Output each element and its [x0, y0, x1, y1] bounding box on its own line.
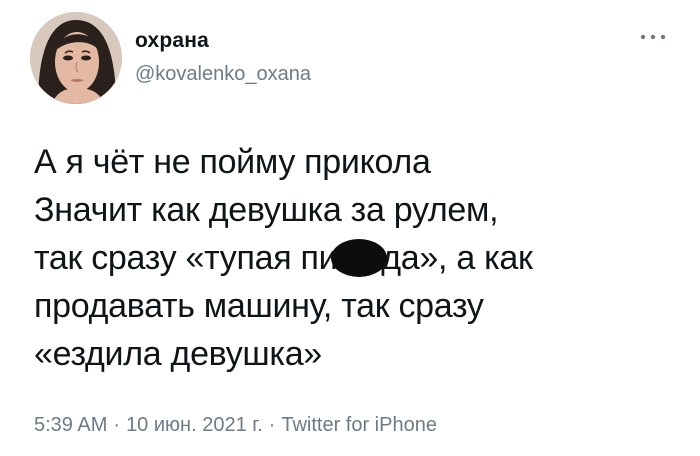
user-handle[interactable]: @kovalenko_oxana — [135, 63, 311, 86]
meta-separator: · — [268, 414, 276, 436]
tweet-text: А я чёт не пойму прикола Значит как деву… — [34, 138, 674, 378]
meta-separator: · — [113, 414, 121, 436]
tweet-date[interactable]: 10 июн. 2021 г. — [126, 414, 263, 436]
tweet-time[interactable]: 5:39 AM — [34, 414, 107, 436]
tweet-metadata: 5:39 AM · 10 июн. 2021 г. · Twitter for iPho… — [34, 414, 437, 437]
tweet-line-part: да», а как — [381, 239, 533, 277]
tweet-card: охрана @kovalenko_oxana А я чёт не пойму… — [0, 0, 700, 456]
avatar[interactable] — [30, 12, 122, 104]
tweet-line: А я чёт не пойму прикола — [34, 143, 431, 181]
tweet-line: так сразу «тупая пи да», а как — [34, 234, 674, 282]
display-name[interactable]: охрана — [135, 29, 209, 53]
tweet-line: Значит как девушка за рулем, — [34, 191, 499, 229]
tweet-line: продавать машину, так сразу — [34, 287, 484, 325]
tweet-source-link[interactable]: Twitter for iPhone — [281, 414, 437, 436]
tweet-line: «ездила девушка» — [34, 335, 322, 373]
censor-blot — [331, 239, 388, 278]
avatar-photo — [30, 12, 122, 104]
tweet-line-part: так сразу «тупая пи — [34, 239, 338, 277]
more-dots-icon[interactable] — [638, 28, 668, 46]
